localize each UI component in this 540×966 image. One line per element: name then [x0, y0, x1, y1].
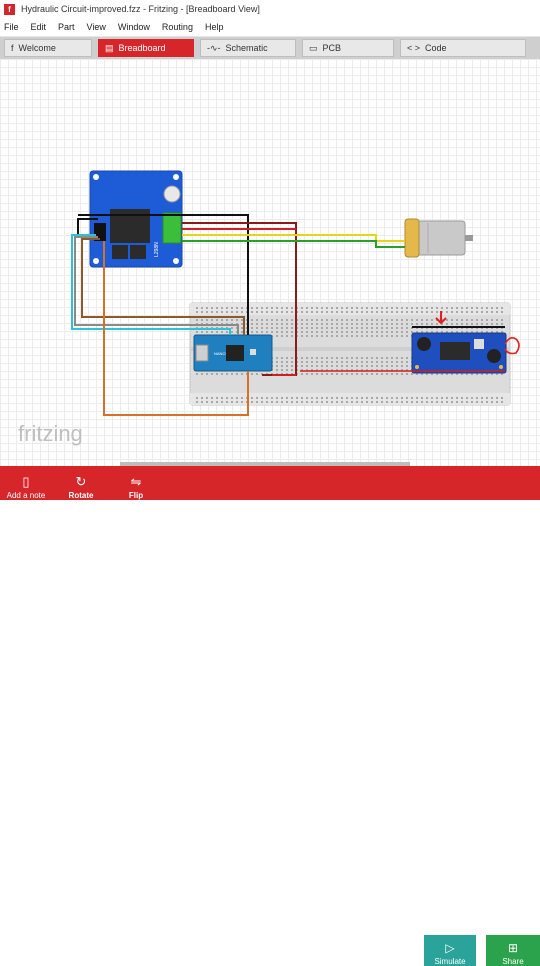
- flip-label: Flip: [128, 491, 144, 500]
- tab-welcome-label: Welcome: [18, 43, 56, 53]
- breadboard-icon: ▤: [105, 42, 114, 53]
- fritzing-app-icon: f: [4, 3, 15, 15]
- rotate-icon: ↻: [75, 474, 87, 489]
- tab-schematic-label: Schematic: [225, 43, 268, 53]
- menu-edit[interactable]: Edit: [31, 22, 47, 32]
- menu-routing[interactable]: Routing: [162, 22, 193, 32]
- menu-help[interactable]: Help: [205, 22, 224, 32]
- flip-button[interactable]: ⇋ Flip: [116, 466, 156, 501]
- title-bar: f Hydraulic Circuit-improved.fzz - Fritz…: [0, 0, 540, 18]
- menu-part[interactable]: Part: [58, 22, 75, 32]
- rotate-button[interactable]: ↻ Rotate: [60, 466, 102, 501]
- tab-welcome[interactable]: f Welcome: [4, 39, 92, 57]
- menu-window[interactable]: Window: [118, 22, 150, 32]
- menu-bar: File Edit Part View Window Routing Help: [0, 18, 540, 37]
- tab-code[interactable]: < > Code: [400, 39, 526, 57]
- fritzing-logo: fritzing: [18, 421, 83, 446]
- tab-breadboard-label: Breadboard: [118, 43, 166, 53]
- window-title: Hydraulic Circuit-improved.fzz - Fritzin…: [21, 4, 260, 14]
- motor-driver-label: L298N: [154, 242, 160, 257]
- tab-schematic[interactable]: -∿- Schematic: [200, 39, 296, 57]
- schematic-icon: -∿-: [207, 42, 221, 53]
- add-note-label: Add a note: [6, 491, 46, 500]
- dc-motor[interactable]: [404, 218, 473, 258]
- breadboard-canvas[interactable]: L298N NANO fritzing: [0, 59, 540, 466]
- share-label: Share: [502, 957, 524, 966]
- menu-view[interactable]: View: [87, 22, 106, 32]
- play-icon: ▷: [445, 941, 455, 955]
- tab-code-label: Code: [425, 43, 447, 53]
- buck-converter[interactable]: [411, 332, 507, 374]
- status-text: Routing completed: [248, 941, 332, 952]
- pcb-icon: ▭: [309, 42, 318, 53]
- arduino-label: NANO: [214, 351, 226, 356]
- tab-breadboard[interactable]: ▤ Breadboard: [98, 39, 194, 57]
- share-icon: ⊞: [507, 941, 519, 955]
- tab-pcb-label: PCB: [322, 43, 342, 53]
- view-tab-bar: f Welcome ▤ Breadboard -∿- Schematic ▭ P…: [0, 37, 540, 59]
- menu-file[interactable]: File: [4, 22, 19, 32]
- fritzing-icon: f: [11, 43, 14, 53]
- tab-pcb[interactable]: ▭ PCB: [302, 39, 394, 57]
- share-button[interactable]: ⊞ Share: [486, 935, 540, 966]
- simulate-label: Simulate: [434, 957, 466, 966]
- bottom-toolbar: ▯ Add a note ↻ Rotate ⇋ Flip Routing com…: [0, 466, 540, 966]
- note-icon: ▯: [22, 474, 30, 489]
- rotate-label: Rotate: [68, 491, 94, 500]
- simulate-button[interactable]: ▷ Simulate: [424, 935, 476, 966]
- code-icon: < >: [407, 43, 421, 53]
- arduino-nano[interactable]: NANO: [193, 334, 273, 372]
- flip-icon: ⇋: [130, 474, 142, 489]
- add-note-button[interactable]: ▯ Add a note: [4, 466, 48, 501]
